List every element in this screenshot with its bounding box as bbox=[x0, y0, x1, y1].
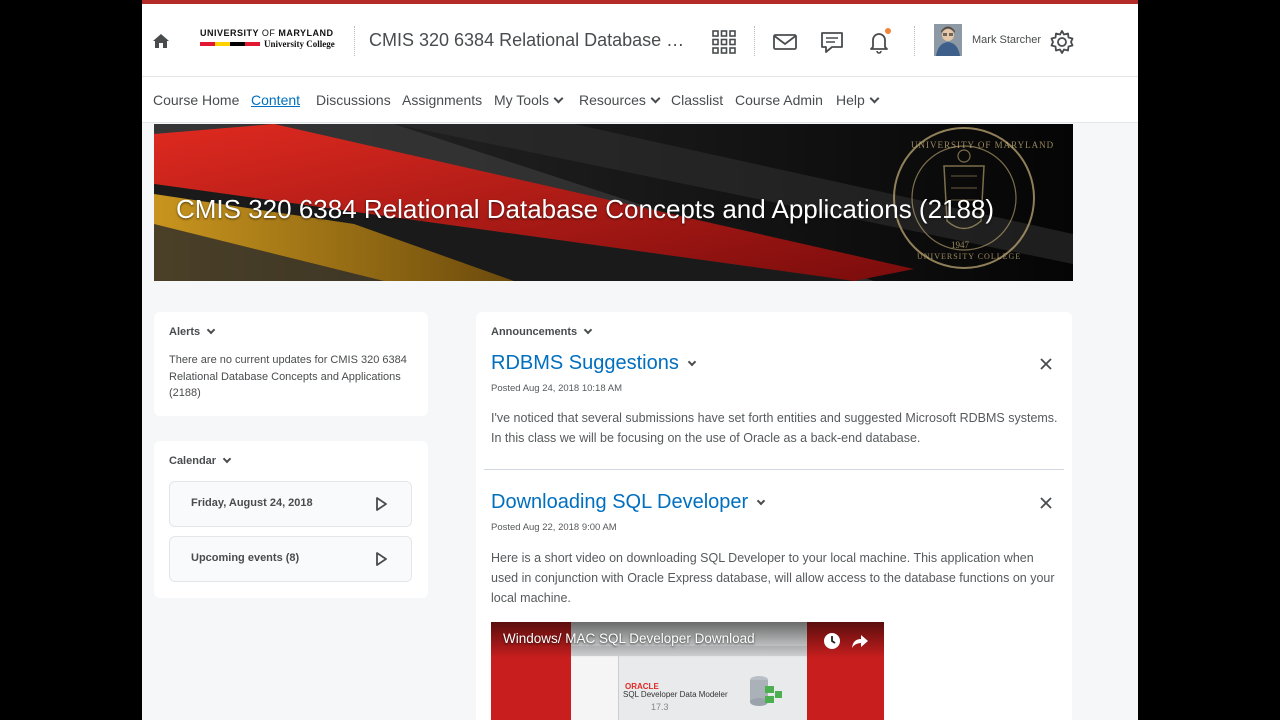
announcement-date: Posted Aug 22, 2018 9:00 AM bbox=[491, 522, 617, 533]
calendar-date-label: Friday, August 24, 2018 bbox=[191, 497, 313, 509]
calendar-upcoming-row[interactable]: Upcoming events (8) bbox=[169, 536, 412, 582]
chevron-down-icon bbox=[206, 325, 216, 335]
alerts-widget: Alerts There are no current updates for … bbox=[154, 312, 428, 416]
product-label: SQL Developer Data Modeler bbox=[623, 690, 728, 699]
calendar-widget: Calendar Friday, August 24, 2018 Upcomin… bbox=[154, 441, 428, 598]
version-label: 17.3 bbox=[651, 702, 669, 712]
database-icon bbox=[750, 676, 782, 706]
nav-discussions[interactable]: Discussions bbox=[316, 92, 391, 108]
play-arrow-icon bbox=[376, 552, 387, 566]
watch-later-clock-icon[interactable] bbox=[823, 632, 841, 650]
university-logo[interactable]: UNIVERSITY OF MARYLAND University Colleg… bbox=[200, 28, 340, 58]
close-icon[interactable] bbox=[1039, 496, 1053, 510]
chat-icon[interactable] bbox=[818, 28, 846, 56]
gear-icon[interactable] bbox=[1048, 28, 1076, 56]
announcements-widget: Announcements RDBMS Suggestions Posted A… bbox=[476, 312, 1072, 720]
header-divider bbox=[754, 26, 755, 56]
close-icon[interactable] bbox=[1039, 357, 1053, 371]
announcement-divider bbox=[484, 469, 1064, 470]
announcement-body: Here is a short video on downloading SQL… bbox=[491, 551, 1055, 605]
chevron-down-icon bbox=[553, 93, 564, 104]
logo-line1: UNIVERSITY OF MARYLAND bbox=[200, 28, 334, 38]
chevron-down-icon bbox=[650, 93, 661, 104]
announcements-heading[interactable]: Announcements bbox=[491, 325, 593, 338]
nav-content[interactable]: Content bbox=[251, 92, 300, 108]
alerts-heading[interactable]: Alerts bbox=[169, 325, 216, 338]
chevron-down-icon bbox=[687, 357, 697, 367]
nav-assignments[interactable]: Assignments bbox=[402, 92, 482, 108]
course-nav-bar: Course Home Content Discussions Assignme… bbox=[142, 77, 1138, 123]
header-divider bbox=[914, 26, 915, 56]
announcement-body: I've noticed that several submissions ha… bbox=[491, 411, 1058, 445]
logo-line2: University College bbox=[264, 39, 335, 49]
nav-my-tools[interactable]: My Tools bbox=[494, 92, 564, 108]
mail-icon[interactable] bbox=[771, 28, 799, 56]
header-divider bbox=[354, 26, 355, 56]
calendar-date-row[interactable]: Friday, August 24, 2018 bbox=[169, 481, 412, 527]
share-arrow-icon[interactable] bbox=[851, 632, 869, 650]
video-title[interactable]: Windows/ MAC SQL Developer Download bbox=[503, 631, 755, 646]
top-header: UNIVERSITY OF MARYLAND University Colleg… bbox=[142, 6, 1138, 77]
avatar[interactable] bbox=[934, 24, 962, 56]
course-selector-title[interactable]: CMIS 320 6384 Relational Database … bbox=[369, 30, 684, 51]
chevron-down-icon bbox=[869, 93, 880, 104]
chevron-down-icon bbox=[583, 325, 593, 335]
waffle-grid-icon[interactable] bbox=[710, 28, 738, 56]
notification-dot bbox=[884, 27, 892, 35]
announcement-date: Posted Aug 24, 2018 10:18 AM bbox=[491, 383, 622, 394]
browser-page: UNIVERSITY OF MARYLAND University Colleg… bbox=[142, 0, 1138, 720]
banner-course-title: CMIS 320 6384 Relational Database Concep… bbox=[176, 194, 995, 224]
nav-resources[interactable]: Resources bbox=[579, 92, 661, 108]
alerts-text: There are no current updates for CMIS 32… bbox=[169, 354, 407, 399]
nav-help[interactable]: Help bbox=[836, 92, 880, 108]
chevron-down-icon bbox=[756, 496, 766, 506]
chevron-down-icon bbox=[222, 454, 232, 464]
play-arrow-icon bbox=[376, 497, 387, 511]
nav-classlist[interactable]: Classlist bbox=[671, 92, 723, 108]
logo-color-bars bbox=[200, 42, 260, 46]
home-icon[interactable] bbox=[152, 32, 170, 50]
upcoming-events-label: Upcoming events (8) bbox=[191, 552, 300, 564]
course-banner: UNIVERSITY OF MARYLAND 1947 UNIVERSITY C… bbox=[154, 124, 1073, 281]
calendar-heading[interactable]: Calendar bbox=[169, 454, 232, 467]
announcement-title[interactable]: Downloading SQL Developer bbox=[491, 491, 766, 514]
announcement-title[interactable]: RDBMS Suggestions bbox=[491, 352, 697, 375]
user-name[interactable]: Mark Starcher bbox=[972, 34, 1041, 46]
nav-course-admin[interactable]: Course Admin bbox=[735, 92, 823, 108]
embedded-video-player[interactable]: ORACLE SQL Developer Data Modeler 17.3 W… bbox=[491, 622, 884, 720]
nav-course-home[interactable]: Course Home bbox=[153, 92, 239, 108]
